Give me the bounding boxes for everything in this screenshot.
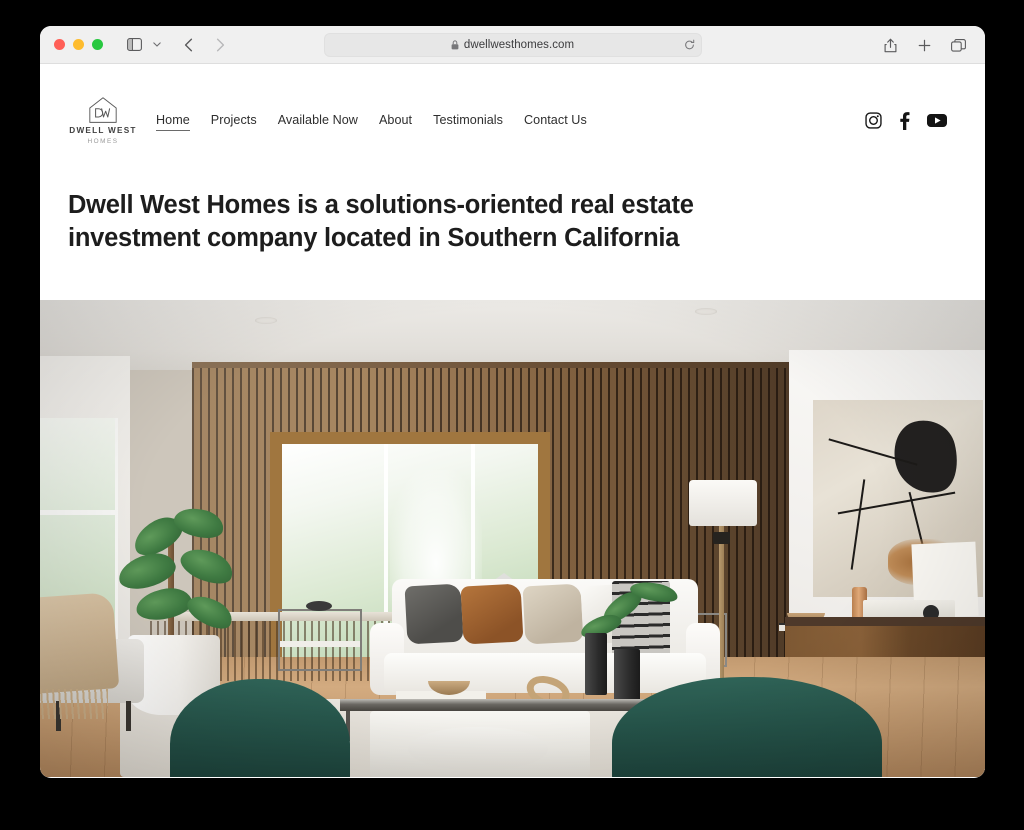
armchair-leg	[126, 701, 131, 731]
sidebar-toggle-icon[interactable]	[121, 33, 147, 57]
address-bar-container: dwellwesthomes.com	[323, 33, 702, 57]
marble-ottoman-table	[370, 711, 590, 777]
nav-item-available-now[interactable]: Available Now	[278, 113, 358, 131]
site-header: DWELL WEST HOMES Home Projects Available…	[40, 64, 985, 177]
back-icon[interactable]	[175, 33, 201, 57]
ottoman-disc	[408, 727, 548, 771]
nav-item-contact-us[interactable]: Contact Us	[524, 113, 587, 131]
forward-icon[interactable]	[207, 33, 233, 57]
page-title: Dwell West Homes is a solutions-oriented…	[68, 191, 694, 252]
logo-secondary-text: HOMES	[87, 138, 119, 145]
artwork-stroke	[850, 479, 866, 570]
new-tab-icon[interactable]	[911, 33, 937, 57]
tab-overview-icon[interactable]	[945, 33, 971, 57]
navigation-arrows	[175, 33, 233, 57]
facebook-icon[interactable]	[899, 111, 910, 130]
logo-primary-text: DWELL WEST	[69, 126, 137, 135]
reload-icon[interactable]	[684, 39, 695, 51]
close-window-button[interactable]	[54, 39, 65, 50]
blanket-fringe	[40, 689, 108, 719]
browser-window: dwellwesthomes.com DWELL WEST HOMES Home…	[40, 26, 985, 778]
hero-headline-section: Dwell West Homes is a solutions-oriented…	[40, 177, 985, 300]
house-monogram-icon	[89, 97, 117, 123]
coffee-table-top	[340, 699, 670, 711]
lamp-collar	[713, 532, 730, 544]
living-room-scene	[40, 300, 985, 777]
address-bar[interactable]: dwellwesthomes.com	[323, 33, 702, 57]
nav-item-projects[interactable]: Projects	[211, 113, 257, 131]
pillow-grey	[404, 583, 464, 645]
window-controls	[54, 39, 103, 50]
pillow-cognac-leather	[460, 583, 524, 645]
artwork-stroke	[837, 492, 956, 515]
instagram-icon[interactable]	[865, 112, 882, 129]
toolbar-right-actions	[877, 26, 971, 64]
address-url-text: dwellwesthomes.com	[463, 39, 575, 51]
recessed-light-icon	[695, 308, 717, 315]
side-table-shelf	[280, 641, 360, 647]
chevron-down-icon[interactable]	[149, 33, 165, 57]
youtube-icon[interactable]	[927, 113, 947, 128]
floor-lamp-shade	[689, 480, 757, 526]
nav-item-home[interactable]: Home	[156, 113, 190, 131]
share-icon[interactable]	[877, 33, 903, 57]
maximize-window-button[interactable]	[92, 39, 103, 50]
desktop-backdrop: dwellwesthomes.com DWELL WEST HOMES Home…	[0, 0, 1024, 830]
credenza-top	[785, 617, 985, 626]
side-table-left	[278, 601, 362, 671]
decor-dish	[306, 601, 332, 611]
recessed-light-icon	[255, 317, 277, 324]
lock-icon	[451, 40, 459, 50]
browser-toolbar: dwellwesthomes.com	[40, 26, 985, 64]
nav-item-about[interactable]: About	[379, 113, 412, 131]
sidebar-controls	[121, 33, 165, 57]
artwork-black-form	[886, 413, 965, 501]
nav-item-testimonials[interactable]: Testimonials	[433, 113, 503, 131]
page-viewport: DWELL WEST HOMES Home Projects Available…	[40, 64, 985, 777]
main-navigation: Home Projects Available Now About Testim…	[156, 111, 587, 131]
throw-blanket	[40, 592, 120, 694]
site-logo[interactable]: DWELL WEST HOMES	[68, 96, 138, 145]
hero-image	[40, 300, 985, 777]
social-links	[865, 111, 947, 130]
minimize-window-button[interactable]	[73, 39, 84, 50]
pillow-beige	[522, 583, 584, 645]
